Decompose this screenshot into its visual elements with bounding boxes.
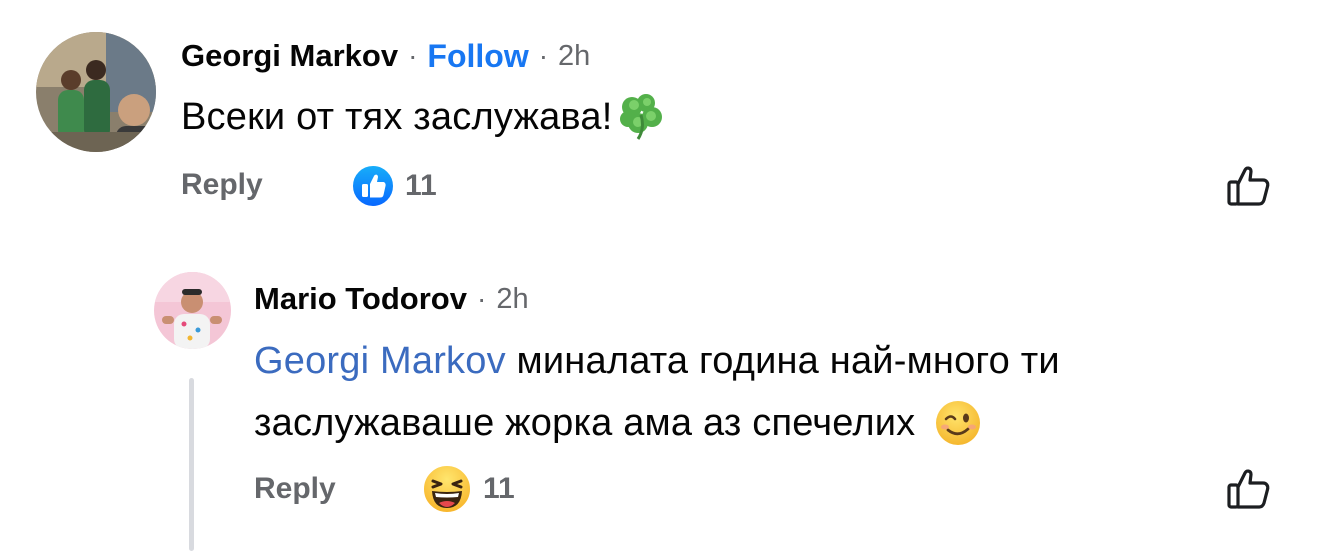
- thumbs-up-outline-icon[interactable]: [1226, 465, 1272, 511]
- avatar-georgi-markov[interactable]: [36, 32, 156, 152]
- comment-author[interactable]: Georgi Markov: [181, 38, 398, 74]
- reply-button[interactable]: Reply: [254, 472, 336, 506]
- four-leaf-clover-icon: [614, 91, 666, 143]
- separator-dot: ·: [538, 40, 549, 71]
- mention-link[interactable]: Georgi Markov: [254, 340, 506, 382]
- comment-timestamp[interactable]: 2h: [496, 283, 528, 316]
- like-reaction-icon[interactable]: [351, 164, 395, 208]
- winking-face-icon: [933, 398, 983, 448]
- separator-dot: ·: [408, 40, 418, 71]
- follow-button[interactable]: Follow: [427, 38, 528, 75]
- avatar-mario-todorov[interactable]: [154, 272, 231, 349]
- thumbs-up-outline-icon[interactable]: [1226, 162, 1272, 208]
- comment-author[interactable]: Mario Todorov: [254, 281, 467, 317]
- comment-text: Всеки от тях заслужава!: [181, 95, 613, 138]
- reply-button[interactable]: Reply: [181, 168, 263, 202]
- comment-text-line2: заслужаваше жорка ама аз спечелих: [254, 401, 916, 444]
- separator-dot: ·: [476, 283, 487, 314]
- comment-text-line1: миналата година най-много ти: [505, 340, 1060, 382]
- reaction-count[interactable]: 11: [405, 169, 437, 203]
- thread-line: [189, 378, 194, 551]
- haha-reaction-icon[interactable]: [421, 463, 473, 515]
- reaction-count[interactable]: 11: [483, 472, 515, 506]
- comment-timestamp[interactable]: 2h: [558, 40, 590, 73]
